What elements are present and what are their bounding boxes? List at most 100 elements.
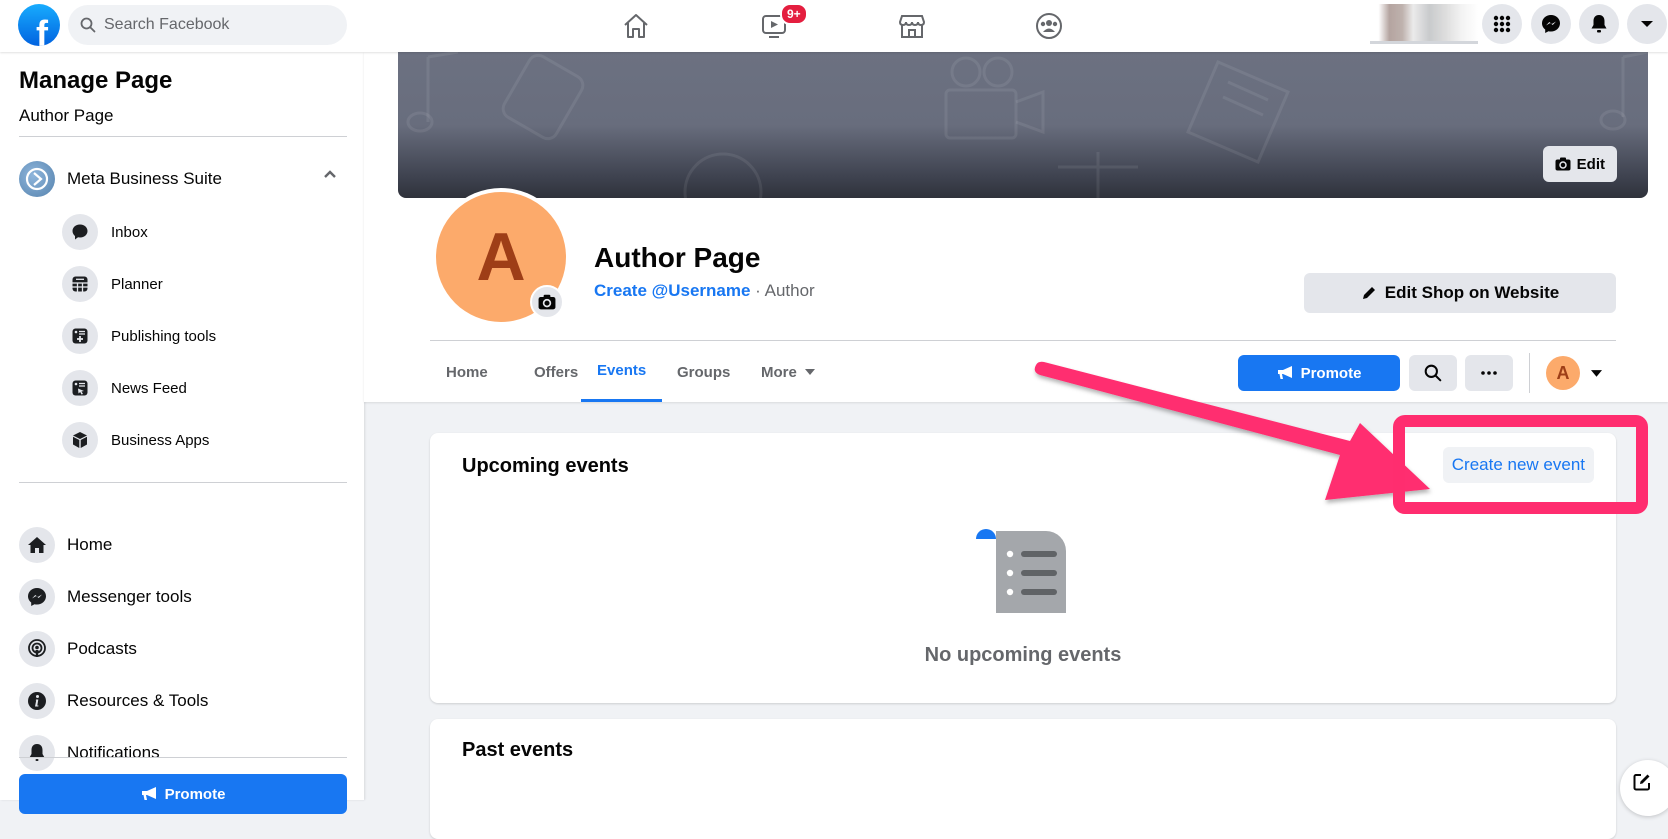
caret-down-icon[interactable] bbox=[1591, 370, 1602, 378]
sidebar-item-resources-tools[interactable]: Resources & Tools bbox=[19, 681, 208, 721]
upcoming-events-title: Upcoming events bbox=[462, 455, 629, 477]
news-feed-icon bbox=[62, 370, 98, 406]
sidebar-item-label: Home bbox=[67, 535, 113, 554]
camera-icon bbox=[1555, 157, 1571, 171]
create-username-link[interactable]: Create @Username bbox=[594, 281, 750, 300]
sidebar-item-news-feed[interactable]: News Feed bbox=[62, 368, 187, 408]
messenger-icon bbox=[19, 579, 55, 615]
top-navigation-bar: f 9+ bbox=[0, 0, 1668, 52]
create-new-event-button[interactable]: Create new event bbox=[1442, 447, 1594, 483]
edit-cover-label: Edit bbox=[1576, 155, 1605, 173]
notifications-button[interactable] bbox=[1579, 4, 1619, 44]
create-new-event-label: Create new event bbox=[1451, 455, 1585, 474]
home-icon bbox=[19, 527, 55, 563]
menu-button[interactable] bbox=[1482, 4, 1522, 44]
meta-business-suite-toggle[interactable]: Meta Business Suite bbox=[19, 159, 347, 199]
account-menu-button[interactable] bbox=[1627, 4, 1667, 44]
empty-events-icon bbox=[976, 529, 1066, 613]
tab-home[interactable]: Home bbox=[430, 342, 504, 402]
new-message-button[interactable] bbox=[1620, 760, 1668, 816]
sidebar-item-label: Inbox bbox=[111, 223, 148, 241]
nav-home[interactable] bbox=[616, 8, 656, 44]
sidebar-item-label: Publishing tools bbox=[111, 327, 217, 345]
facebook-logo[interactable]: f bbox=[18, 4, 60, 46]
tab-label: Groups bbox=[677, 363, 731, 381]
pencil-icon bbox=[1362, 287, 1375, 299]
messenger-button[interactable] bbox=[1531, 4, 1571, 44]
sidebar-item-inbox[interactable]: Inbox bbox=[62, 212, 148, 252]
sidebar-item-planner[interactable]: Planner bbox=[62, 264, 163, 304]
update-avatar-button[interactable] bbox=[530, 285, 564, 319]
tab-events[interactable]: Events bbox=[581, 342, 663, 402]
groups-icon bbox=[1036, 13, 1062, 39]
sidebar-item-label: Notifications bbox=[67, 743, 160, 762]
search-box[interactable] bbox=[68, 5, 347, 45]
nav-watch[interactable]: 9+ bbox=[754, 3, 808, 44]
sidebar-title: Manage Page bbox=[19, 67, 173, 94]
info-icon bbox=[19, 683, 55, 719]
publishing-icon bbox=[62, 318, 98, 354]
sidebar-item-label: Messenger tools bbox=[67, 587, 192, 606]
caret-down-icon bbox=[804, 368, 815, 375]
menu-grid-icon bbox=[1493, 15, 1511, 33]
sidebar-item-label: Resources & Tools bbox=[67, 691, 209, 710]
divider bbox=[19, 482, 347, 483]
sidebar-item-notifications[interactable]: Notifications bbox=[19, 733, 160, 773]
sidebar-promote-button[interactable]: Promote bbox=[19, 774, 347, 814]
promote-label: Promote bbox=[1300, 364, 1362, 382]
home-icon bbox=[624, 14, 648, 38]
divider bbox=[430, 340, 1616, 341]
divider bbox=[1529, 353, 1530, 393]
sidebar-item-publishing-tools[interactable]: Publishing tools bbox=[62, 316, 216, 356]
sidebar-item-label: Business Apps bbox=[111, 431, 210, 449]
bell-icon bbox=[19, 735, 55, 771]
meta-business-suite-label: Meta Business Suite bbox=[67, 169, 222, 188]
cover-photo: Edit bbox=[398, 52, 1648, 198]
more-options-button[interactable] bbox=[1465, 355, 1513, 391]
ellipsis-icon bbox=[1481, 371, 1497, 375]
chat-bubble-icon bbox=[62, 214, 98, 250]
sidebar-page-name: Author Page bbox=[19, 106, 114, 125]
past-events-card: Past events bbox=[430, 719, 1616, 839]
profile-shortcut-blurred[interactable] bbox=[1370, 4, 1478, 44]
manage-page-sidebar: Manage Page Author Page Meta Business Su… bbox=[0, 52, 364, 814]
edit-cover-button[interactable]: Edit bbox=[1542, 146, 1617, 182]
calendar-grid-icon bbox=[62, 266, 98, 302]
tab-more[interactable]: More bbox=[745, 342, 831, 402]
megaphone-icon bbox=[1277, 366, 1292, 379]
no-upcoming-events-text: No upcoming events bbox=[924, 644, 1122, 666]
sidebar-item-business-apps[interactable]: Business Apps bbox=[62, 420, 209, 460]
meta-business-suite-logo-icon bbox=[19, 161, 55, 197]
chevron-up-icon[interactable] bbox=[323, 169, 337, 179]
store-icon bbox=[898, 15, 926, 38]
sidebar-item-home[interactable]: Home bbox=[19, 525, 112, 565]
page-name: Author Page bbox=[594, 242, 761, 273]
bell-icon bbox=[1591, 15, 1607, 33]
messenger-icon bbox=[1542, 15, 1560, 33]
edit-shop-label: Edit Shop on Website bbox=[1384, 283, 1560, 302]
camera-icon bbox=[538, 294, 556, 310]
search-icon bbox=[1424, 364, 1442, 382]
separator: · bbox=[750, 281, 765, 300]
tab-label: Events bbox=[597, 362, 647, 379]
search-input[interactable] bbox=[104, 16, 324, 34]
promote-button[interactable]: Promote bbox=[1238, 355, 1400, 391]
acting-as-avatar[interactable]: A bbox=[1546, 356, 1580, 390]
nav-marketplace[interactable] bbox=[892, 8, 932, 44]
sidebar-item-messenger-tools[interactable]: Messenger tools bbox=[19, 577, 192, 617]
upcoming-events-card: Upcoming events Create new event No upco… bbox=[430, 433, 1616, 703]
nav-groups[interactable] bbox=[1029, 8, 1069, 44]
sidebar-item-podcasts[interactable]: Podcasts bbox=[19, 629, 137, 669]
past-events-title: Past events bbox=[462, 739, 574, 761]
divider bbox=[19, 757, 347, 758]
tab-groups[interactable]: Groups bbox=[661, 342, 746, 402]
sidebar-item-label: Podcasts bbox=[67, 639, 137, 658]
search-page-button[interactable] bbox=[1409, 355, 1457, 391]
tab-label: More bbox=[761, 363, 797, 381]
page-header: Edit A Author Page Create @Username · Au… bbox=[364, 52, 1668, 402]
caret-down-icon bbox=[1641, 21, 1653, 27]
tab-label: Offers bbox=[534, 363, 579, 381]
edit-shop-button[interactable]: Edit Shop on Website bbox=[1304, 273, 1616, 313]
sidebar-item-label: News Feed bbox=[111, 379, 187, 397]
page-meta: Create @Username · Author bbox=[594, 281, 815, 301]
